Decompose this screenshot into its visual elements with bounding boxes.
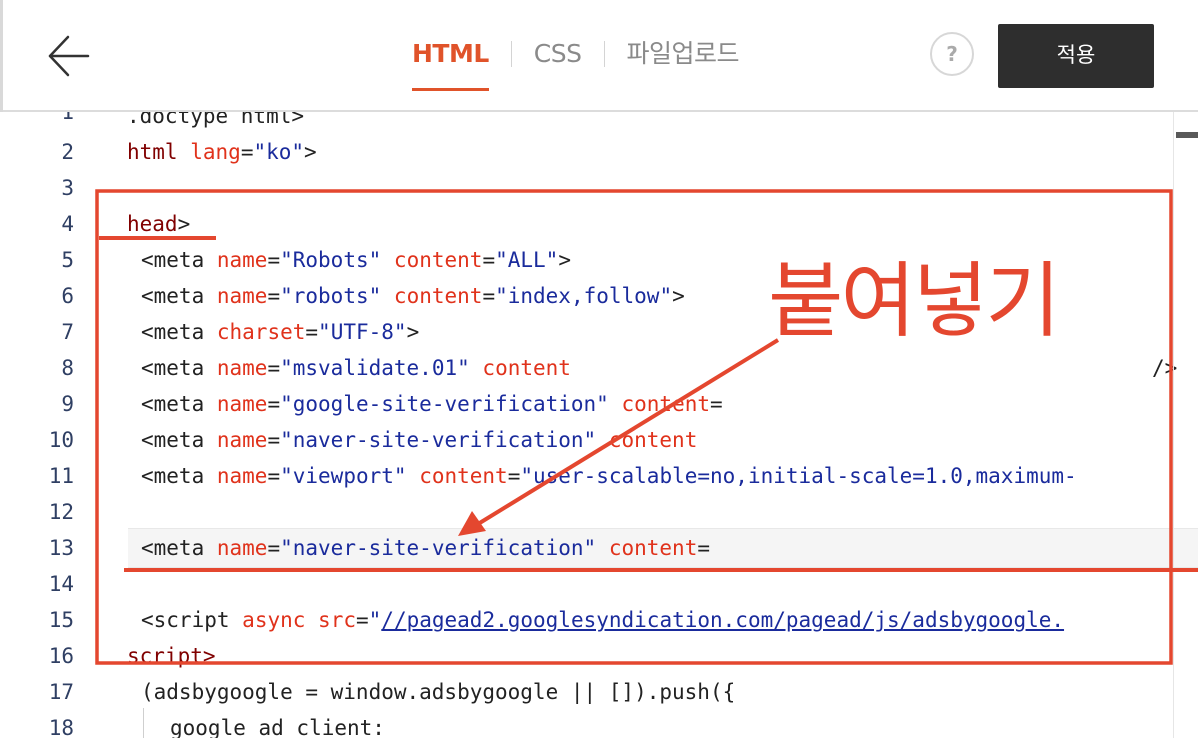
arrow-left-icon[interactable]: [44, 32, 94, 82]
line-number: 14: [48, 572, 74, 596]
code-line: html lang="ko">: [127, 140, 317, 164]
line-number: 10: [48, 428, 74, 452]
editor-tabs: HTML CSS 파일업로드: [412, 36, 740, 91]
line-number: 18: [48, 716, 74, 738]
line-number: 5: [61, 248, 74, 272]
code-line: head>: [127, 212, 191, 236]
code-line: <meta name="naver-site-verification" con…: [141, 428, 698, 452]
code-line: .doctype html>: [127, 112, 305, 128]
scroll-indicator[interactable]: [1176, 132, 1198, 138]
line-number: 4: [61, 212, 74, 236]
line-number: 15: [48, 608, 74, 632]
current-line-number: 13: [48, 536, 74, 560]
tab-file-upload[interactable]: 파일업로드: [627, 36, 740, 88]
code-line: script>: [127, 644, 216, 668]
line-number: 17: [48, 680, 74, 704]
paste-annotation-label: 붙여넣기: [768, 254, 1061, 349]
line-number: 6: [61, 284, 74, 308]
code-line: <meta name="msvalidate.01" content: [141, 356, 571, 380]
tab-html[interactable]: HTML: [412, 36, 489, 91]
code-line-active: <meta name="naver-site-verification" con…: [141, 536, 711, 560]
apply-button[interactable]: 적용: [998, 24, 1154, 88]
tab-divider: [603, 41, 605, 67]
line-number: 16: [48, 644, 74, 668]
line-number: 2: [61, 140, 74, 164]
line-number: 1: [61, 112, 74, 124]
code-line: <meta name="google-site-verification" co…: [141, 392, 723, 416]
line-number: 7: [61, 320, 74, 344]
code-editor[interactable]: 1 2 3 4 5 6 7 8 9 10 11 12 13 14 15 16 1…: [0, 112, 1198, 738]
code-line: <meta name="Robots" content="ALL">: [141, 248, 571, 272]
line-number: 11: [48, 464, 74, 488]
redacted-region: [626, 354, 1146, 386]
indent-guide: [143, 708, 144, 738]
code-line: <script async src="//pagead2.googlesyndi…: [141, 608, 1065, 632]
tab-css[interactable]: CSS: [534, 36, 582, 88]
help-button[interactable]: ?: [930, 32, 974, 76]
code-line: (adsbygoogle = window.adsbygoogle || [])…: [141, 680, 736, 704]
line-number-gutter: 1 2 3 4 5 6 7 8 9 10 11 12 13 14 15 16 1…: [0, 112, 88, 738]
print-margin: [1173, 112, 1174, 738]
toolbar-left-edge: [0, 0, 3, 112]
code-line: google_ad_client:: [170, 716, 385, 738]
line-number: 8: [61, 356, 74, 380]
editor-toolbar: HTML CSS 파일업로드 ? 적용: [0, 0, 1198, 112]
code-line: <meta name="viewport" content="user-scal…: [141, 464, 1077, 488]
line-number: 9: [61, 392, 74, 416]
line-number: 12: [48, 500, 74, 524]
code-line: <meta name="robots" content="index,follo…: [141, 284, 685, 308]
line-number: 3: [61, 176, 74, 200]
code-line: <meta charset="UTF-8">: [141, 320, 420, 344]
tab-divider: [510, 41, 512, 67]
